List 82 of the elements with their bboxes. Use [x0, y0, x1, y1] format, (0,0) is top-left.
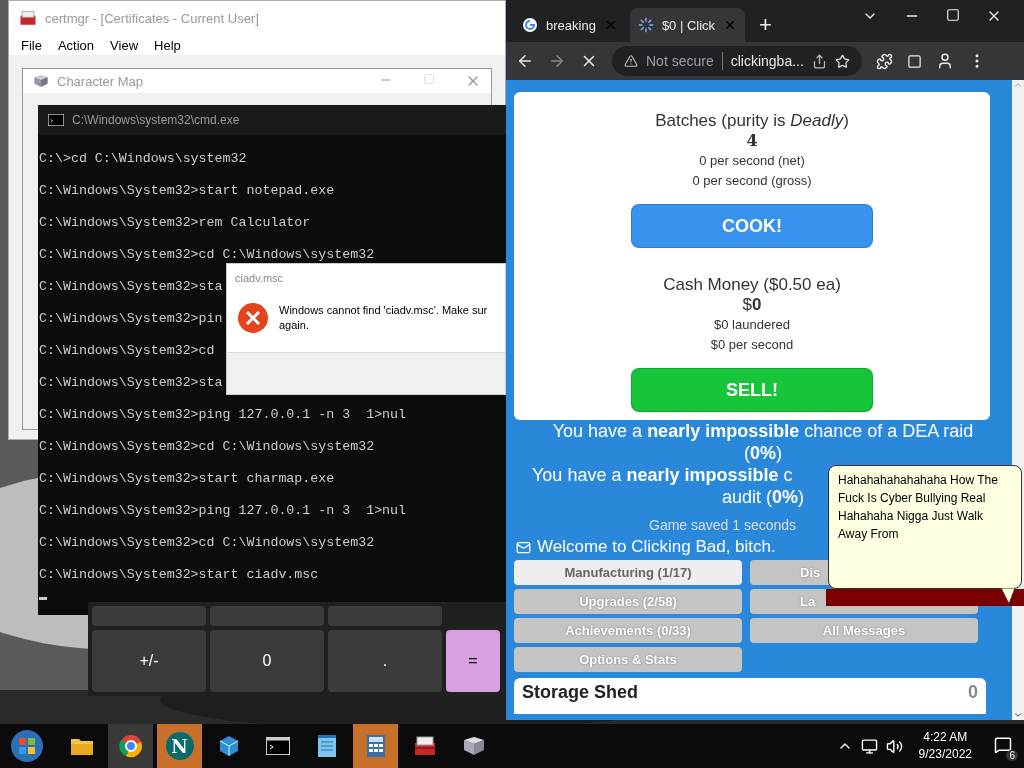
window-title: certmgr - [Certificates - Current User] — [45, 10, 259, 26]
network-icon[interactable] — [860, 737, 878, 755]
back-icon[interactable] — [516, 52, 534, 70]
menu-item[interactable]: File — [15, 37, 48, 53]
menu-item[interactable]: Help — [148, 37, 187, 53]
game-menu-button[interactable]: Manufacturing (1/17) — [514, 560, 742, 585]
error-message: Windows cannot find 'ciadv.msc'. Make sur — [279, 303, 488, 318]
terminal-icon — [265, 737, 290, 755]
console-line: C:\>cd C:\Windows\system32 — [39, 150, 247, 168]
console-line: C:\Windows\System32>cd C:\Windows\system32 — [39, 534, 375, 552]
window-title: C:\Windows\system32\cmd.exe — [72, 113, 240, 127]
shop-item-count: 0 — [968, 682, 978, 704]
text-cursor — [39, 597, 47, 600]
batch-count: 4 — [746, 131, 758, 151]
bubble-tail — [1001, 588, 1015, 604]
console-line: C:\Windows\System32>cd C:\Windows\system32 — [39, 246, 375, 264]
speech-bubble-tooltip: Hahahahahahahaha How The Fuck Is Cyber Bullying Real Hahahaha Nigga Just Walk Away From — [826, 465, 1024, 606]
app-letter-icon: N — [165, 732, 194, 760]
toolbox-icon — [19, 9, 37, 27]
mail-icon — [516, 539, 531, 555]
console-line: C:\Windows\System32>pin — [39, 310, 223, 328]
clock[interactable]: 4:22 AM 9/23/2022 — [910, 729, 980, 763]
calculator-key[interactable]: 0 — [210, 630, 324, 692]
browser-tab[interactable]: breaking — [514, 8, 626, 42]
cash-amount: $0 — [742, 295, 762, 315]
calculator-key[interactable]: +/- — [92, 630, 206, 692]
forward-icon[interactable] — [548, 52, 566, 70]
cash-title: Cash Money ($0.50 ea) — [663, 275, 841, 295]
profile-icon[interactable] — [936, 52, 954, 70]
warning-icon — [624, 54, 638, 68]
rate-text: 0 per second (gross) — [692, 172, 812, 190]
cash-text: $0 laundered — [714, 316, 790, 334]
folder-icon — [69, 736, 94, 756]
console-line: C:\Windows\System32>start ciadv.msc — [39, 566, 319, 584]
menu-item[interactable]: Action — [51, 37, 101, 53]
share-icon[interactable] — [811, 53, 827, 69]
calculator-icon — [365, 734, 386, 758]
save-status: Game saved 1 seconds — [649, 516, 797, 534]
round-logo-icon — [118, 734, 143, 758]
error-message: again. — [279, 318, 310, 333]
toolbox-icon — [412, 735, 437, 757]
audit-chance-text: You have a nearly impossible c — [532, 464, 793, 486]
side-panel-icon[interactable] — [907, 53, 922, 69]
cash-text: $0 per second — [710, 336, 794, 354]
calculator-key[interactable]: . — [328, 630, 442, 692]
console-line: C:\Windows\System32>sta — [39, 278, 223, 296]
console-line: C:\Windows\System32>cd C:\Windows\system32 — [39, 438, 375, 456]
maximize-icon[interactable] — [946, 8, 960, 22]
console-line: C:\Windows\System32>ping 127.0.0.1 -n 3 1>nul — [39, 406, 407, 424]
console-line: C:\Windows\System32>sta — [39, 374, 223, 392]
message-text: Welcome to Clicking Bad, bitch. — [537, 537, 776, 557]
scroll-down-icon[interactable] — [1013, 710, 1023, 720]
extensions-icon[interactable] — [876, 52, 893, 70]
console-line: C:\Windows\System32>rem Calculator — [39, 214, 311, 232]
audit-chance-text: audit (0%) — [721, 486, 804, 508]
round-logo-icon — [522, 17, 538, 33]
window-title: Character Map — [57, 73, 143, 89]
shop-item-name: Storage Shed — [522, 682, 639, 704]
rate-text: 0 per second (net) — [699, 152, 805, 170]
terminal-icon — [48, 114, 64, 126]
console-line: C:\Windows\System32>ping 127.0.0.1 -n 3 1>nul — [39, 502, 407, 520]
star-icon[interactable] — [834, 53, 850, 69]
volume-icon[interactable] — [885, 737, 903, 755]
error-icon — [237, 302, 269, 334]
taskbar-app[interactable] — [108, 724, 153, 768]
browser-tab[interactable]: $0 | Click — [629, 8, 746, 42]
console-line: C:\Windows\System32>start charmap.exe — [39, 470, 335, 488]
console-line: C:\Windows\System32>cd — [39, 342, 215, 360]
spinner-icon — [637, 17, 654, 33]
dialog-title: ciadv.msc — [234, 271, 285, 284]
cube-icon — [217, 735, 240, 757]
address-bar[interactable]: Not secure clickingba... — [612, 46, 862, 76]
raid-chance-text: (0%) — [744, 442, 782, 464]
calculator-key[interactable]: = — [446, 630, 500, 692]
windows-logo-icon — [10, 729, 44, 763]
notepad-icon — [316, 734, 337, 758]
new-tab-button[interactable]: + — [749, 8, 782, 42]
taskbar-app[interactable]: N — [157, 724, 202, 768]
menu-item[interactable]: View — [104, 37, 145, 53]
batches-title: Batches (purity is Deadly) — [655, 111, 849, 131]
console-line: C:\Windows\System32>start notepad.exe — [39, 182, 335, 200]
raid-chance-text: You have a nearly impossible chance of a DEA raid — [552, 420, 974, 442]
